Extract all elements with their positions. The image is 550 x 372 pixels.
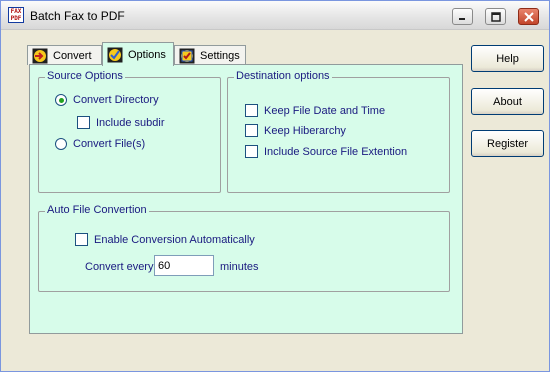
checkbox-box [77, 116, 90, 129]
app-icon: FAX PDF [8, 7, 24, 23]
keep-hiberarchy-checkbox[interactable]: Keep Hiberarchy [245, 124, 346, 137]
tab-convert[interactable]: Convert [27, 45, 102, 65]
include-extension-checkbox[interactable]: Include Source File Extention [245, 145, 407, 158]
help-button-label: Help [496, 52, 519, 65]
radio-indicator [55, 94, 67, 106]
convert-every-label: Convert every [85, 261, 154, 273]
source-options-title: Source Options [45, 70, 125, 82]
enable-conversion-checkbox[interactable]: Enable Conversion Automatically [75, 233, 255, 246]
maximize-button[interactable] [485, 8, 506, 25]
source-options-group: Source Options Convert Directory Include… [38, 70, 221, 193]
maximize-icon [490, 11, 501, 22]
radio-dot [58, 97, 64, 103]
client-area: Convert Options Settings Source Options … [5, 31, 547, 369]
tab-settings-label: Settings [200, 49, 240, 62]
checkbox-box [75, 233, 88, 246]
convert-interval-input[interactable] [154, 255, 214, 276]
minimize-icon [459, 18, 465, 20]
keep-file-date-checkbox[interactable]: Keep File Date and Time [245, 104, 385, 117]
tab-settings[interactable]: Settings [174, 45, 246, 65]
include-subdir-checkbox[interactable]: Include subdir [77, 116, 165, 129]
enable-conversion-label: Enable Conversion Automatically [94, 233, 255, 246]
checkbox-box [245, 104, 258, 117]
convert-directory-label: Convert Directory [73, 94, 159, 106]
destination-options-title: Destination options [234, 70, 332, 82]
checkbox-box [245, 145, 258, 158]
auto-conversion-title: Auto File Convertion [45, 204, 149, 216]
checkbox-box [245, 124, 258, 137]
convert-directory-radio[interactable]: Convert Directory [55, 94, 159, 106]
include-subdir-label: Include subdir [96, 116, 165, 129]
minutes-label: minutes [220, 261, 259, 273]
minimize-button[interactable] [452, 8, 473, 25]
about-button-label: About [493, 95, 522, 108]
tab-options-label: Options [128, 48, 166, 61]
convert-files-radio[interactable]: Convert File(s) [55, 138, 145, 150]
close-button[interactable] [518, 8, 539, 25]
settings-icon [179, 48, 195, 63]
help-button[interactable]: Help [471, 45, 544, 72]
checkmark-icon [107, 47, 123, 62]
keep-hiberarchy-label: Keep Hiberarchy [264, 124, 346, 137]
auto-conversion-group: Auto File Convertion Enable Conversion A… [38, 204, 450, 292]
radio-indicator [55, 138, 67, 150]
app-icon-line-top: FAX [10, 8, 22, 15]
main-window: FAX PDF Batch Fax to PDF Convert Options… [0, 0, 550, 372]
window-title: Batch Fax to PDF [30, 9, 125, 23]
tab-convert-label: Convert [53, 49, 92, 62]
register-button-label: Register [487, 137, 528, 150]
include-extension-label: Include Source File Extention [264, 145, 408, 158]
app-icon-line-bottom: PDF [10, 15, 22, 22]
options-panel: Source Options Convert Directory Include… [29, 64, 463, 334]
arrow-right-icon [32, 48, 48, 63]
keep-file-date-label: Keep File Date and Time [264, 104, 386, 117]
register-button[interactable]: Register [471, 130, 544, 157]
tab-options[interactable]: Options [102, 42, 174, 66]
destination-options-group: Destination options Keep File Date and T… [227, 70, 450, 193]
close-icon [523, 11, 534, 22]
about-button[interactable]: About [471, 88, 544, 115]
title-bar[interactable]: FAX PDF Batch Fax to PDF [1, 1, 549, 30]
convert-files-label: Convert File(s) [73, 138, 146, 150]
